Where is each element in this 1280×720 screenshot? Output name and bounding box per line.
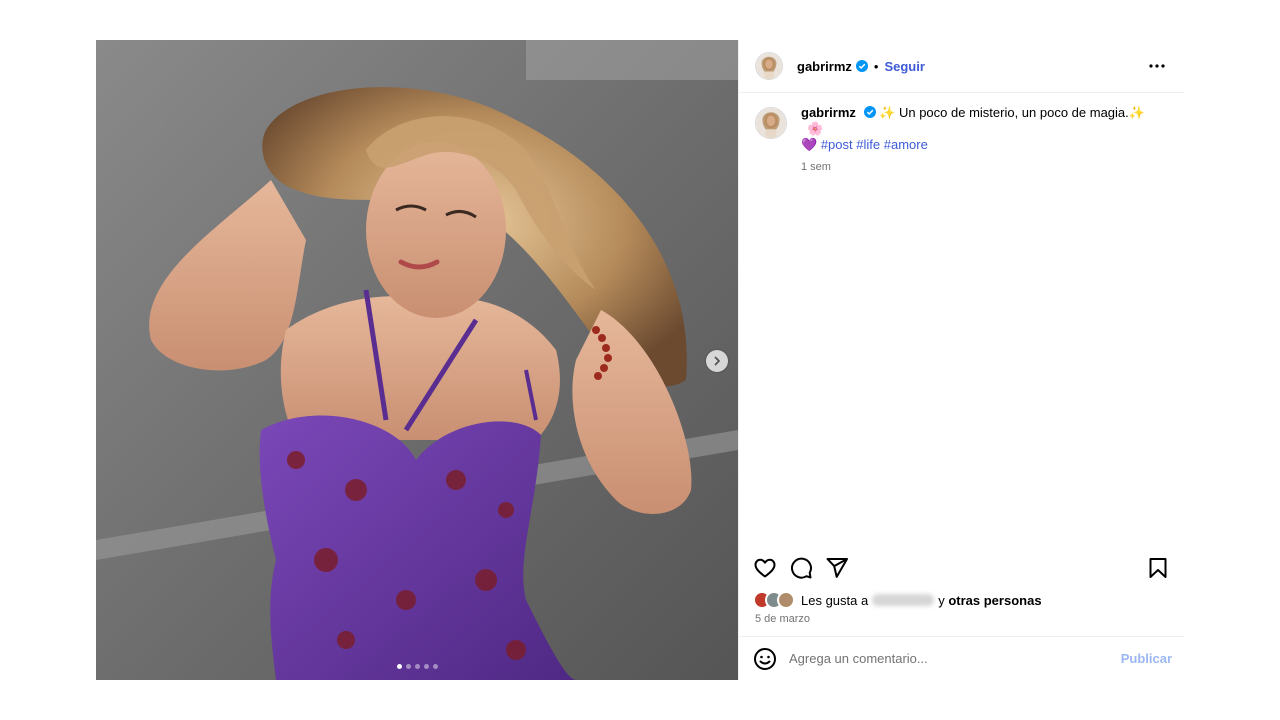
comment-input[interactable] <box>789 651 1121 666</box>
post-caption: gabrirmz ✨ Un poco de misterio, un poco … <box>739 93 1184 175</box>
follow-button[interactable]: Seguir <box>884 59 924 74</box>
username[interactable]: gabrirmz <box>797 59 852 74</box>
caption-body: gabrirmz ✨ Un poco de misterio, un poco … <box>801 105 1161 175</box>
heart-icon <box>754 558 776 578</box>
save-button[interactable] <box>1146 556 1170 580</box>
caption-text: Un poco de misterio, un poco de magia. <box>898 105 1129 120</box>
share-button[interactable] <box>825 556 849 580</box>
likes-joiner: y <box>938 592 945 608</box>
more-horizontal-icon <box>1149 64 1165 68</box>
chevron-right-icon <box>714 356 720 366</box>
post-photo[interactable] <box>96 40 738 680</box>
like-button[interactable] <box>753 556 777 580</box>
hashtag-link[interactable]: #life <box>856 137 880 152</box>
caption-emoji: 💜 <box>801 137 818 152</box>
caption-emoji: ✨ <box>879 105 896 120</box>
hashtag-link[interactable]: #amore <box>884 137 928 152</box>
caption-username[interactable]: gabrirmz <box>801 105 856 120</box>
carousel-dot <box>414 664 420 669</box>
caption-emoji: ✨ <box>1128 105 1145 120</box>
more-options-button[interactable] <box>1148 58 1166 74</box>
comment-button[interactable] <box>789 556 813 580</box>
hashtag-link[interactable]: #post <box>821 137 853 152</box>
liker-avatars <box>753 591 797 609</box>
avatar <box>777 591 795 609</box>
comment-bar: Publicar <box>739 636 1184 680</box>
likes-summary[interactable]: Les gusta a y otras personas <box>753 591 1042 609</box>
post-date[interactable]: 5 de marzo <box>755 613 810 625</box>
caption-emoji: 🌸 <box>807 121 824 136</box>
caption-timestamp[interactable]: 1 sem <box>801 159 1161 175</box>
comment-icon <box>790 557 812 579</box>
blurred-username <box>872 594 935 606</box>
carousel-dot <box>432 664 438 669</box>
verified-badge-icon <box>863 106 876 118</box>
carousel-next-button[interactable] <box>706 350 728 372</box>
bookmark-icon <box>1149 558 1167 578</box>
post-media <box>96 40 738 680</box>
carousel-dot <box>405 664 411 669</box>
avatar[interactable] <box>755 52 783 80</box>
likes-prefix: Les gusta a <box>801 592 869 608</box>
carousel-indicator <box>96 664 738 669</box>
separator-dot: • <box>873 58 879 74</box>
publish-button[interactable]: Publicar <box>1121 651 1172 666</box>
emoji-button[interactable] <box>753 647 777 671</box>
action-bar <box>739 554 1184 582</box>
post-side-panel: gabrirmz • Seguir gabrirmz ✨ Un poco de … <box>738 40 1184 680</box>
avatar[interactable] <box>755 107 787 139</box>
post-modal: gabrirmz • Seguir gabrirmz ✨ Un poco de … <box>96 40 1184 680</box>
likes-others[interactable]: otras personas <box>948 593 1041 608</box>
post-header: gabrirmz • Seguir <box>739 40 1184 93</box>
smiley-icon <box>754 647 776 670</box>
verified-badge-icon <box>855 60 868 72</box>
send-icon <box>826 558 848 578</box>
carousel-dot <box>423 664 429 669</box>
carousel-dot <box>396 664 402 669</box>
